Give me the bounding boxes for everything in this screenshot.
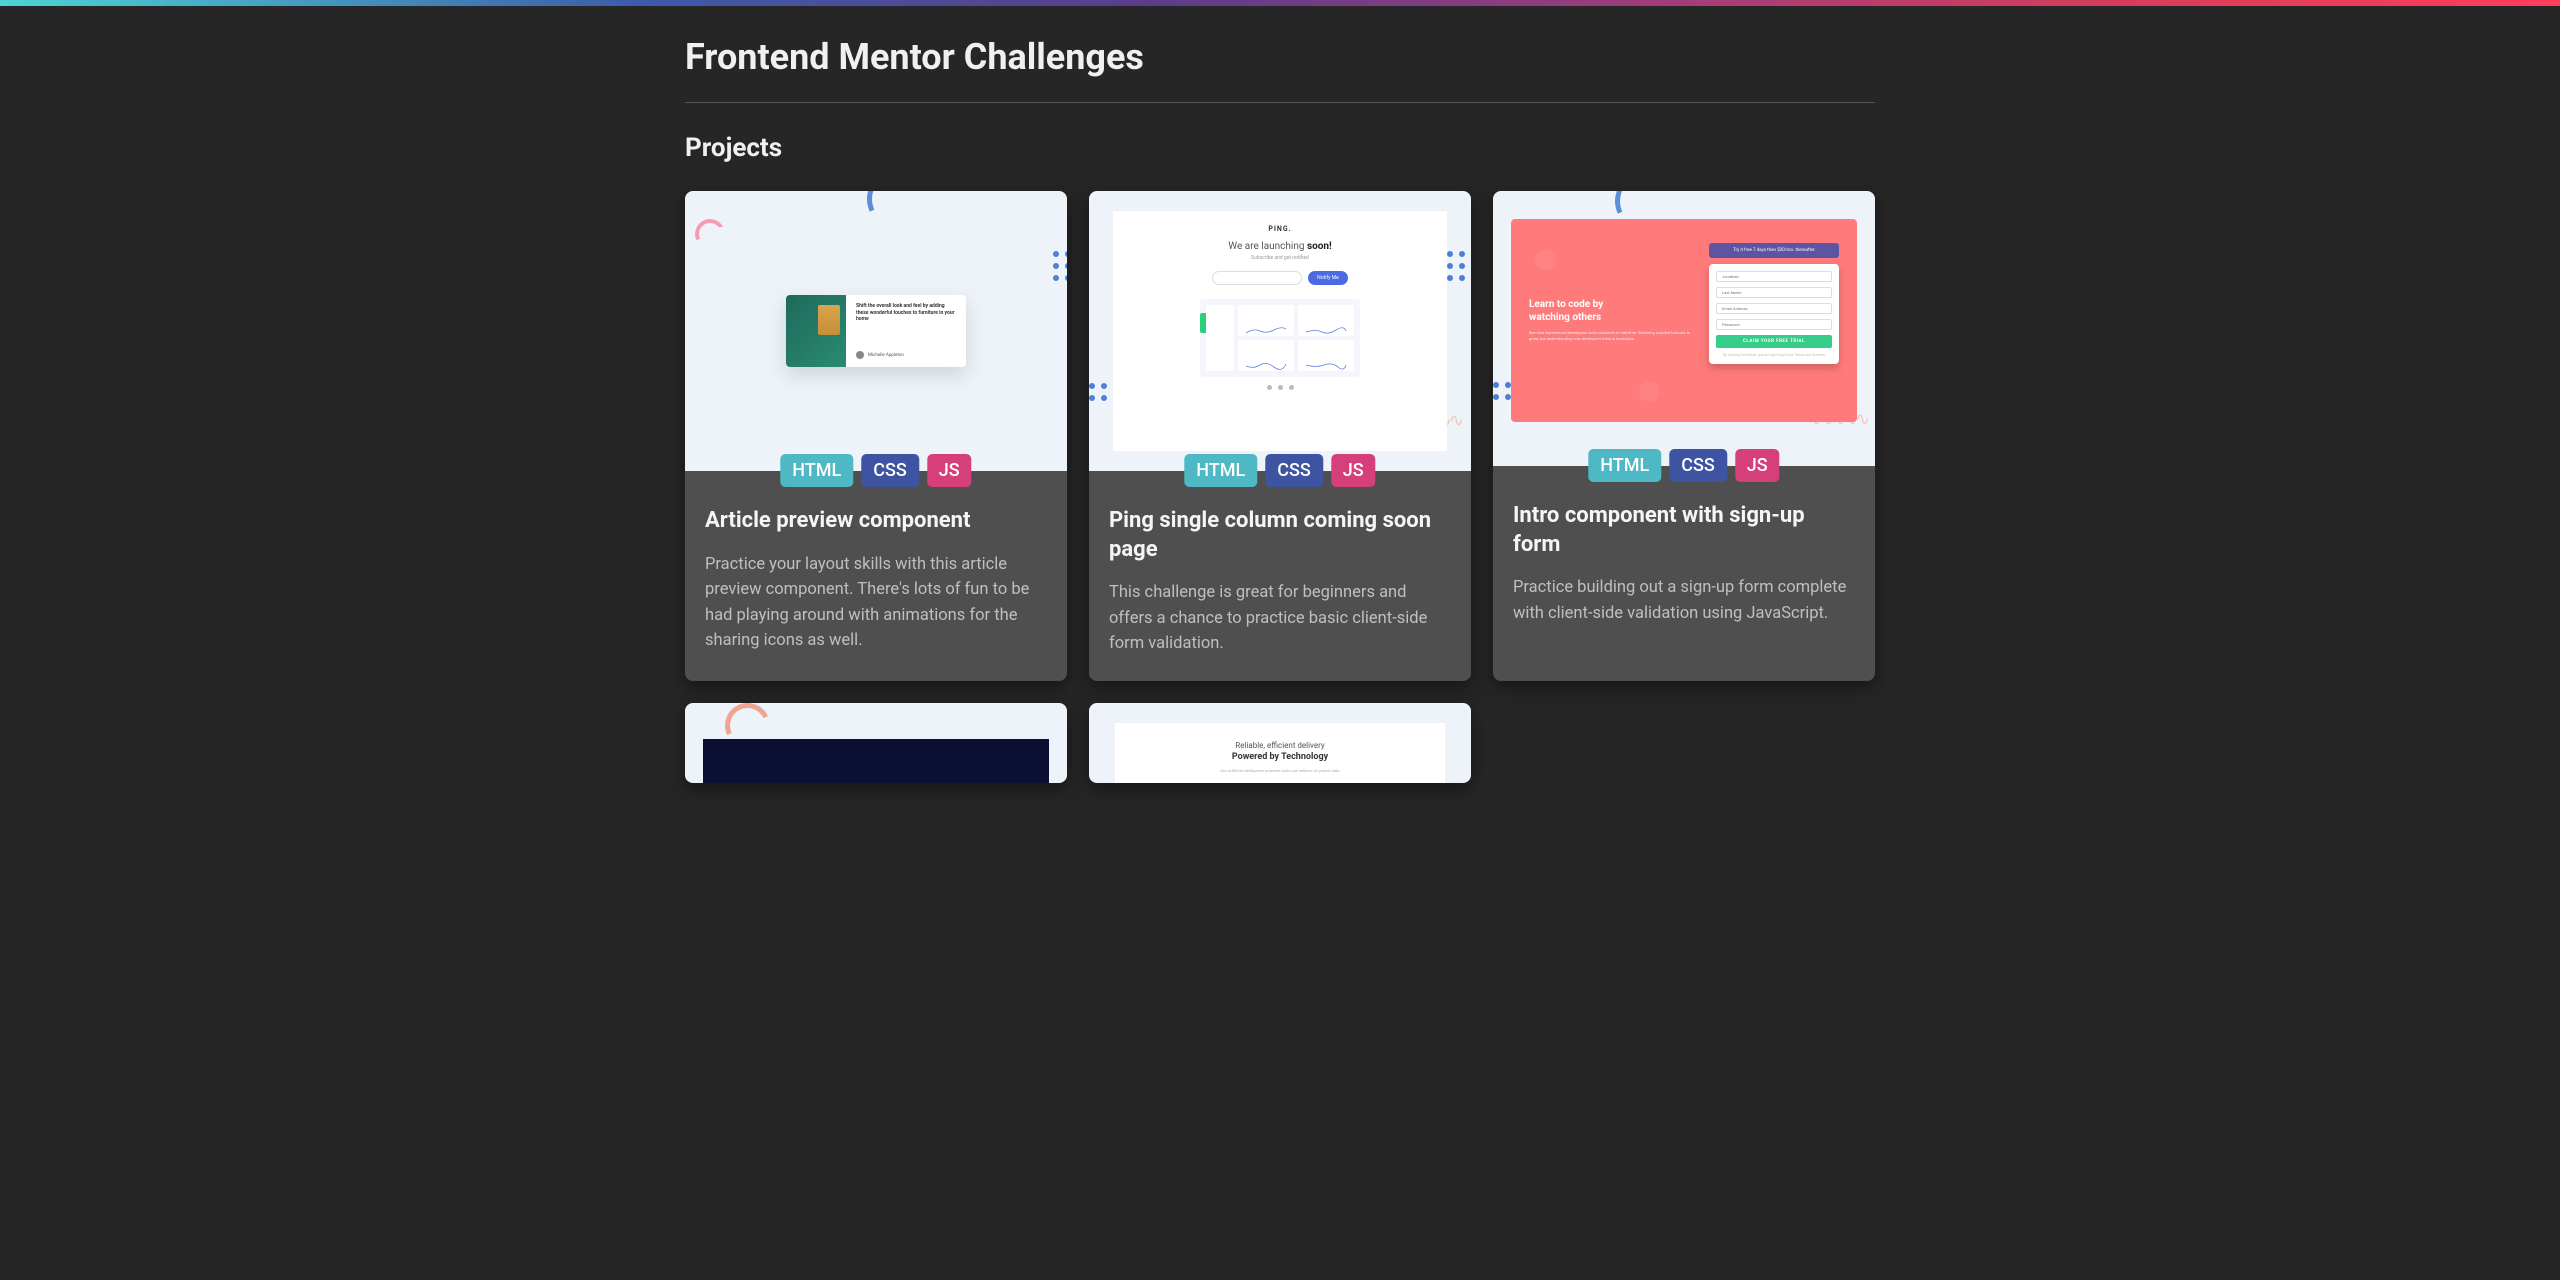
thumb-stage: Reliable, efficient delivery Powered by … xyxy=(1115,723,1445,783)
thumb-trial-banner: Try it free 7 days then $20/mo. thereaft… xyxy=(1709,243,1839,258)
project-thumbnail: ∿∿∿∿∿ PING. We are launching soon! Subsc… xyxy=(1089,191,1471,471)
thumb-subtext: Subscribe and get notified xyxy=(1251,255,1309,261)
thumb-stage: Shift the overall look and feel by addin… xyxy=(703,227,1049,435)
project-thumbnail: ∿∿∿∿∿ Learn to code by watching others S… xyxy=(1493,191,1875,466)
project-card[interactable]: ∿∿∿∿∿ Learn to code by watching others S… xyxy=(1493,191,1875,681)
thumb-social-icons xyxy=(1267,385,1294,390)
thumb-form: Notify Me xyxy=(1212,271,1348,285)
card-body: Article preview component Practice your … xyxy=(685,471,1067,678)
tech-badges: HTML CSS JS xyxy=(780,454,971,487)
divider xyxy=(685,102,1875,103)
thumb-wrap: ∿∿∿∿∿ Learn to code by watching others S… xyxy=(1493,191,1875,466)
thumb-inner-card: Shift the overall look and feel by addin… xyxy=(786,295,966,367)
card-body: Intro component with sign-up form Practi… xyxy=(1493,466,1875,650)
project-thumbnail xyxy=(685,703,1067,783)
thumb-dashboard xyxy=(1200,299,1360,377)
thumb-terms-text: By clicking the button, you are agreeing… xyxy=(1716,353,1832,357)
projects-grid: Shift the overall look and feel by addin… xyxy=(685,191,1875,783)
project-thumbnail: Shift the overall look and feel by addin… xyxy=(685,191,1067,471)
thumb-hero-line1: Learn to code by xyxy=(1529,299,1695,312)
thumb-heading: We are launching soon! xyxy=(1228,241,1331,252)
thumb-heading-pre: We are launching xyxy=(1228,241,1307,252)
thumb-firstname-field: Jonathan xyxy=(1716,271,1832,282)
thumb-wrap: ∿∿∿∿∿ PING. We are launching soon! Subsc… xyxy=(1089,191,1471,471)
thumb-wrap: Shift the overall look and feel by addin… xyxy=(685,191,1067,471)
card-title: Article preview component xyxy=(705,507,1047,536)
thumb-author-row: Michelle Appleton xyxy=(856,351,956,359)
thumb-submit-button: CLAIM YOUR FREE TRIAL xyxy=(1716,335,1832,348)
badge-css: CSS xyxy=(1669,449,1727,482)
section-heading: Projects xyxy=(685,133,1875,163)
page-title: Frontend Mentor Challenges xyxy=(685,36,1875,78)
badge-html: HTML xyxy=(1184,454,1257,487)
thumb-line1: Reliable, efficient delivery xyxy=(1235,741,1324,750)
project-card[interactable]: Shift the overall look and feel by addin… xyxy=(685,191,1067,681)
badge-css: CSS xyxy=(1265,454,1323,487)
thumb-password-field: Password xyxy=(1716,319,1832,330)
page-container: Frontend Mentor Challenges Projects Shif… xyxy=(685,6,1875,823)
card-description: Practice your layout skills with this ar… xyxy=(705,552,1047,654)
project-card[interactable]: ∿∿∿∿∿ PING. We are launching soon! Subsc… xyxy=(1089,191,1471,681)
card-body: Ping single column coming soon page This… xyxy=(1089,471,1471,681)
card-description: This challenge is great for beginners an… xyxy=(1109,580,1451,657)
tech-badges: HTML CSS JS xyxy=(1184,454,1375,487)
tech-badges: HTML CSS JS xyxy=(1588,449,1779,482)
project-thumbnail: Reliable, efficient delivery Powered by … xyxy=(1089,703,1471,783)
badge-js: JS xyxy=(927,454,972,487)
badge-js: JS xyxy=(1735,449,1780,482)
thumb-logo: PING. xyxy=(1268,225,1291,233)
thumb-author-name: Michelle Appleton xyxy=(868,353,904,358)
card-title: Ping single column coming soon page xyxy=(1109,507,1451,564)
thumb-hero-text: Learn to code by watching others See how… xyxy=(1529,243,1695,398)
badge-html: HTML xyxy=(780,454,853,487)
thumb-card-image xyxy=(786,295,846,367)
thumb-stage: PING. We are launching soon! Subscribe a… xyxy=(1113,211,1447,451)
thumb-dash-side xyxy=(1206,305,1234,371)
badge-html: HTML xyxy=(1588,449,1661,482)
card-description: Practice building out a sign-up form com… xyxy=(1513,575,1855,626)
thumb-card-text: Shift the overall look and feel by addin… xyxy=(846,295,966,367)
thumb-dash-cell xyxy=(1298,340,1354,371)
thumb-subtext: Our Artificial Intelligence powered tool… xyxy=(1221,768,1340,773)
thumb-dash-cell xyxy=(1238,340,1294,371)
avatar-icon xyxy=(856,351,864,359)
thumb-stage: Learn to code by watching others See how… xyxy=(1511,219,1857,422)
thumb-hero-line2: watching others xyxy=(1529,312,1695,325)
thumb-dash-cell xyxy=(1238,305,1294,336)
thumb-card-headline: Shift the overall look and feel by addin… xyxy=(856,303,956,323)
thumb-notify-button: Notify Me xyxy=(1308,271,1348,285)
thumb-signup-form: Jonathan Last Name Email Address Passwor… xyxy=(1709,264,1839,364)
thumb-form-col: Try it free 7 days then $20/mo. thereaft… xyxy=(1709,243,1839,398)
thumb-email-input xyxy=(1212,271,1302,285)
thumb-dash-cell xyxy=(1298,305,1354,336)
thumb-email-field: Email Address xyxy=(1716,303,1832,314)
thumb-stage xyxy=(703,739,1049,783)
thumb-heading-bold: soon! xyxy=(1307,241,1332,252)
card-title: Intro component with sign-up form xyxy=(1513,502,1855,559)
badge-css: CSS xyxy=(861,454,919,487)
thumb-line2: Powered by Technology xyxy=(1232,752,1328,762)
thumb-hero-sub: See how experienced developers solve pro… xyxy=(1529,330,1695,341)
thumb-lastname-field: Last Name xyxy=(1716,287,1832,298)
project-card[interactable] xyxy=(685,703,1067,783)
badge-js: JS xyxy=(1331,454,1376,487)
project-card[interactable]: Reliable, efficient delivery Powered by … xyxy=(1089,703,1471,783)
